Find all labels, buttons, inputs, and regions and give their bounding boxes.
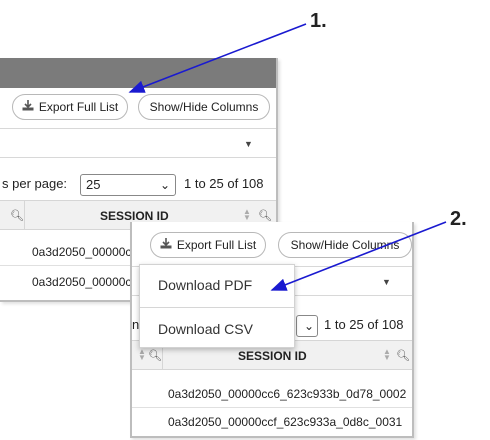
arrow-1 — [128, 23, 307, 93]
annotation-arrows — [128, 23, 447, 291]
arrow-2 — [270, 221, 447, 291]
